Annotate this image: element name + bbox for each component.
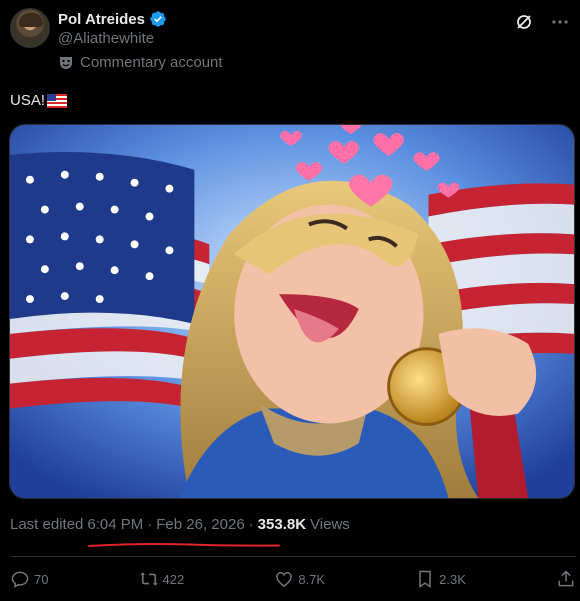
- post-date[interactable]: Feb 26, 2026: [156, 516, 244, 533]
- post-text: USA!: [10, 92, 68, 109]
- divider: [10, 556, 576, 557]
- repost-icon: [139, 572, 158, 586]
- meta-separator: ·: [147, 516, 153, 533]
- post-meta: Last edited 6:04 PM · Feb 26, 2026 · 353…: [10, 516, 350, 533]
- media-illustration: [10, 125, 574, 498]
- grok-icon[interactable]: [514, 12, 534, 32]
- post-text-content: USA!: [10, 92, 46, 109]
- repost-count: 422: [162, 571, 185, 587]
- commentary-label: Commentary account: [58, 54, 223, 71]
- commentary-text: Commentary account: [80, 54, 223, 71]
- top-right-icons: [514, 12, 570, 32]
- share-button[interactable]: [556, 569, 576, 589]
- edited-label[interactable]: Last edited: [10, 516, 83, 533]
- avatar[interactable]: [10, 8, 50, 48]
- views-count[interactable]: 353.8K: [258, 516, 306, 533]
- author-handle[interactable]: @Aliathewhite: [58, 30, 154, 47]
- theater-mask-icon: [60, 56, 72, 69]
- post-header: Pol Atreides @Aliathewhite Commentary ac…: [10, 8, 570, 78]
- us-flag-emoji: [47, 93, 68, 108]
- more-icon[interactable]: [550, 12, 570, 32]
- post-media-image[interactable]: [9, 124, 575, 499]
- author-display-name[interactable]: Pol Atreides: [58, 11, 145, 28]
- share-icon: [558, 570, 574, 587]
- verified-badge-icon: [150, 11, 166, 27]
- like-count: 8.7K: [298, 571, 326, 587]
- repost-button[interactable]: 422: [139, 569, 185, 589]
- bookmark-icon: [419, 570, 431, 588]
- heart-icon: [276, 572, 293, 587]
- like-button[interactable]: 8.7K: [274, 569, 325, 589]
- reply-count: 70: [34, 571, 49, 587]
- red-underline-annotation: [88, 543, 280, 547]
- meta-separator-2: ·: [248, 516, 254, 533]
- reply-icon: [11, 571, 29, 588]
- author-name-row: Pol Atreides: [58, 10, 167, 28]
- bookmark-button[interactable]: 2.3K: [415, 569, 466, 589]
- views-label: Views: [310, 516, 350, 533]
- post-time[interactable]: 6:04 PM: [87, 516, 143, 533]
- reply-button[interactable]: 70: [10, 569, 48, 589]
- action-bar: 70 422 8.7K 2.3K: [10, 566, 576, 592]
- bookmark-count: 2.3K: [439, 571, 466, 587]
